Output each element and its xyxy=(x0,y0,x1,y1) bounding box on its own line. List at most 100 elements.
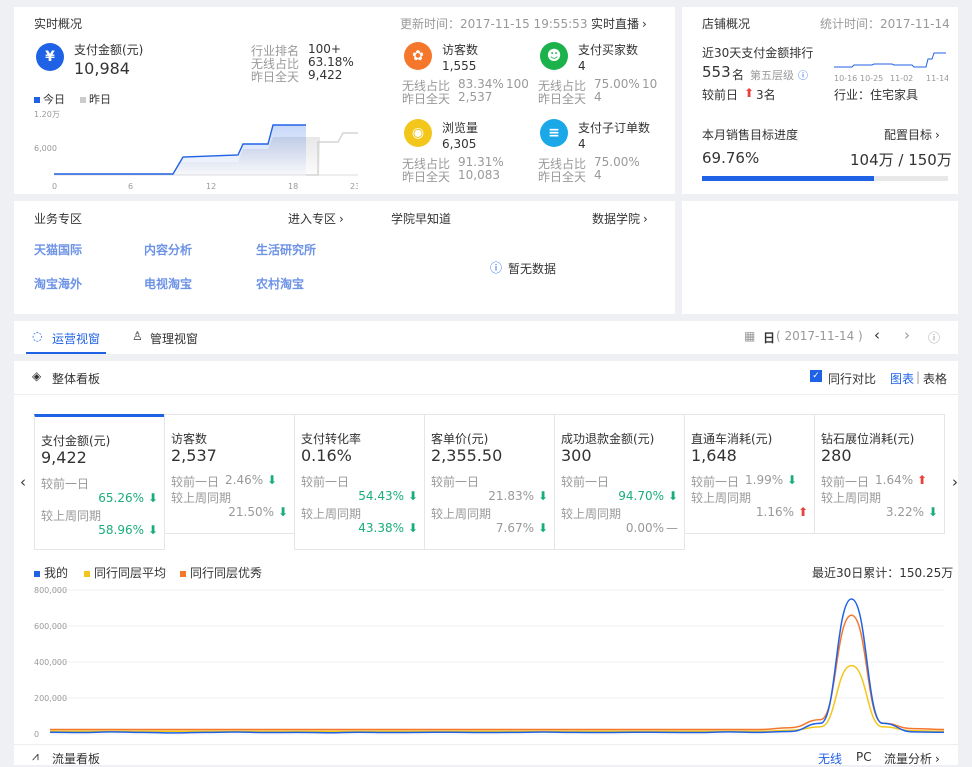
live-link[interactable]: 实时直播 › xyxy=(591,15,647,32)
next-date-icon[interactable]: › xyxy=(904,326,910,344)
rt-xtick-0: 0 xyxy=(52,182,57,191)
rank-mini-chart: 10-16 10-25 11-02 11-14 xyxy=(834,52,948,83)
help-icon[interactable]: ⓘ xyxy=(798,67,808,82)
tab-wireless[interactable]: 无线 xyxy=(818,750,842,767)
store-title: 店铺概况 xyxy=(702,17,751,31)
legend-mine[interactable]: 我的 xyxy=(34,564,68,581)
zone-tv-taobao[interactable]: 电视淘宝 xyxy=(144,275,192,292)
arrow-down-icon: ⬇ xyxy=(147,491,158,505)
zone-life-research[interactable]: 生活研究所 xyxy=(256,241,316,258)
view-table-toggle[interactable]: 表格 xyxy=(923,370,947,387)
dashboard-divider xyxy=(14,394,958,395)
metric-value: 300 xyxy=(561,446,592,465)
metric-week-value: 21.50% xyxy=(228,505,274,519)
chevron-right-icon: › xyxy=(643,211,648,226)
business-panel: 业务专区 进入专区 › 天猫国际 内容分析 生活研究所 淘宝海外 电视淘宝 农村淘… xyxy=(14,201,675,314)
y-tick-label: 0 xyxy=(34,730,39,739)
arrow-up-icon: ⬆ xyxy=(797,505,808,519)
target-progress-track xyxy=(702,176,948,181)
tab-pc[interactable]: PC xyxy=(856,750,872,764)
update-time: 更新时间：2017-11-15 19:55:53 xyxy=(400,17,588,31)
zone-rural-taobao[interactable]: 农村淘宝 xyxy=(256,275,304,292)
card2-value: 6,305 xyxy=(442,137,477,151)
metric-day-value: 1.99% xyxy=(745,473,784,487)
legend-avg[interactable]: 同行同层平均 xyxy=(84,564,166,581)
traffic-analysis-link[interactable]: 流量分析 › xyxy=(884,750,940,767)
metric-card-diamond-cost[interactable]: 钻石展位消耗(元) 280 较前一日 1.64% ⬆ 较上周同期 3.22% ⬇ xyxy=(814,414,945,534)
legend-yesterday-swatch xyxy=(80,97,86,103)
tab-operation[interactable]: 运营视窗 xyxy=(52,330,100,347)
dashboard-title: 整体看板 xyxy=(52,372,101,386)
tab-active-indicator xyxy=(26,352,106,354)
zone-taobao-overseas[interactable]: 淘宝海外 xyxy=(34,275,82,292)
metrics-next-icon[interactable]: › xyxy=(952,473,958,491)
rt-ytick-1: 6,000 xyxy=(34,144,57,153)
metric-card-unit-price[interactable]: 客单价(元) 2,355.50 较前一日 21.83% ⬇ 较上周同期 7.67… xyxy=(424,414,555,550)
legend-today[interactable]: 今日 xyxy=(34,91,65,107)
rt-xtick-4: 23 xyxy=(350,182,358,191)
enter-zone-link[interactable]: 进入专区 › xyxy=(288,210,344,227)
rt-xtick-2: 12 xyxy=(206,182,216,191)
card3-value: 4 xyxy=(578,137,586,151)
legend-yesterday[interactable]: 昨日 xyxy=(80,91,111,107)
rank-mini-line xyxy=(834,52,946,68)
dashboard-trend-chart: 800,000600,000400,000200,000010-1610-181… xyxy=(34,586,955,752)
pay-amount-label: 支付金额(元) xyxy=(74,43,144,57)
legend-today-label: 今日 xyxy=(43,93,65,106)
metric-card-conversion[interactable]: 支付转化率 0.16% 较前一日 54.43% ⬇ 较上周同期 43.38% ⬇ xyxy=(294,414,425,550)
chevron-right-icon: › xyxy=(935,127,940,142)
realtime-panel: 实时概况 更新时间：2017-11-15 19:55:53 实时直播 › ¥ 支付… xyxy=(14,7,675,194)
yen-icon: ¥ xyxy=(36,43,64,71)
config-target-link[interactable]: 配置目标 › xyxy=(884,126,940,143)
legend-mine-swatch xyxy=(34,571,40,577)
card1-v1: 75.00% xyxy=(594,77,640,91)
metric-week-value: 58.96% xyxy=(98,523,144,537)
metric-day-label: 较前一日 xyxy=(301,475,350,489)
metrics-prev-icon[interactable]: ‹ xyxy=(20,473,26,491)
metric-day-label: 较前一日 xyxy=(821,475,870,489)
alert-icon[interactable]: ⓘ xyxy=(928,329,940,346)
zone-content-analysis[interactable]: 内容分析 xyxy=(144,241,192,258)
arrow-down-icon: ⬇ xyxy=(407,521,418,535)
metric-label: 访客数 xyxy=(171,432,208,446)
metric-week-value: 43.38% xyxy=(358,521,404,535)
series-line-2 xyxy=(50,614,945,731)
metric-day-value: 54.43% xyxy=(358,489,404,503)
metric-day-value: 1.64% xyxy=(875,473,914,487)
level-label: 第五层级 xyxy=(750,69,794,82)
buyer-icon: ☻ xyxy=(540,42,568,70)
metric-label: 成功退款金额(元) xyxy=(561,432,655,446)
calendar-icon[interactable]: ▦ xyxy=(744,329,755,343)
zone-tmall-global[interactable]: 天猫国际 xyxy=(34,241,82,258)
tab-manage[interactable]: 管理视窗 xyxy=(150,330,198,347)
card1-value: 4 xyxy=(578,59,586,73)
metric-value: 1,648 xyxy=(691,446,737,465)
y-tick-label: 400,000 xyxy=(34,658,67,667)
academy-link[interactable]: 数据学院 › xyxy=(592,210,648,227)
card0-l2: 昨日全天 xyxy=(402,92,451,106)
card1-l2: 昨日全天 xyxy=(538,92,587,106)
view-chart-toggle[interactable]: 图表 xyxy=(890,370,914,387)
blank-panel xyxy=(682,201,958,314)
prev-date-icon[interactable]: ‹ xyxy=(874,326,880,344)
metric-week-value: 7.67% xyxy=(495,521,534,535)
metric-week-value: 1.16% xyxy=(755,505,794,519)
academy-title: 学院早知道 xyxy=(391,212,452,226)
metric-day-value: 2.46% xyxy=(225,473,264,487)
metric-label: 支付转化率 xyxy=(301,432,362,446)
metric-card-pay-amount[interactable]: 支付金额(元) 9,422 较前一日 65.26% ⬇ 较上周同期 58.96%… xyxy=(34,414,165,550)
arrow-down-icon: ⬇ xyxy=(147,523,158,537)
chevron-right-icon: › xyxy=(642,16,647,31)
compare-checkbox[interactable]: ✓ xyxy=(810,370,822,382)
flat-dash-icon: — xyxy=(666,521,678,535)
metric-card-refund[interactable]: 成功退款金额(元) 300 较前一日 94.70% ⬇ 较上周同期 0.00% … xyxy=(554,414,685,550)
y-tick-label: 600,000 xyxy=(34,622,67,631)
metric-card-visitors[interactable]: 访客数 2,537 较前一日 2.46% ⬇ 较上周同期 21.50% ⬇ xyxy=(164,414,295,534)
legend-excellent[interactable]: 同行同层优秀 xyxy=(180,564,262,581)
rank-label-2: 昨日全天 xyxy=(251,70,300,84)
metric-card-express-cost[interactable]: 直通车消耗(元) 1,648 较前一日 1.99% ⬇ 较上周同期 1.16% … xyxy=(684,414,815,534)
arrow-up-icon: ⬆ xyxy=(917,473,928,487)
card0-extra: 100 xyxy=(506,77,529,91)
tab-manage-icon: ♙ xyxy=(132,329,143,343)
tab-operation-icon: ◌ xyxy=(32,329,43,343)
